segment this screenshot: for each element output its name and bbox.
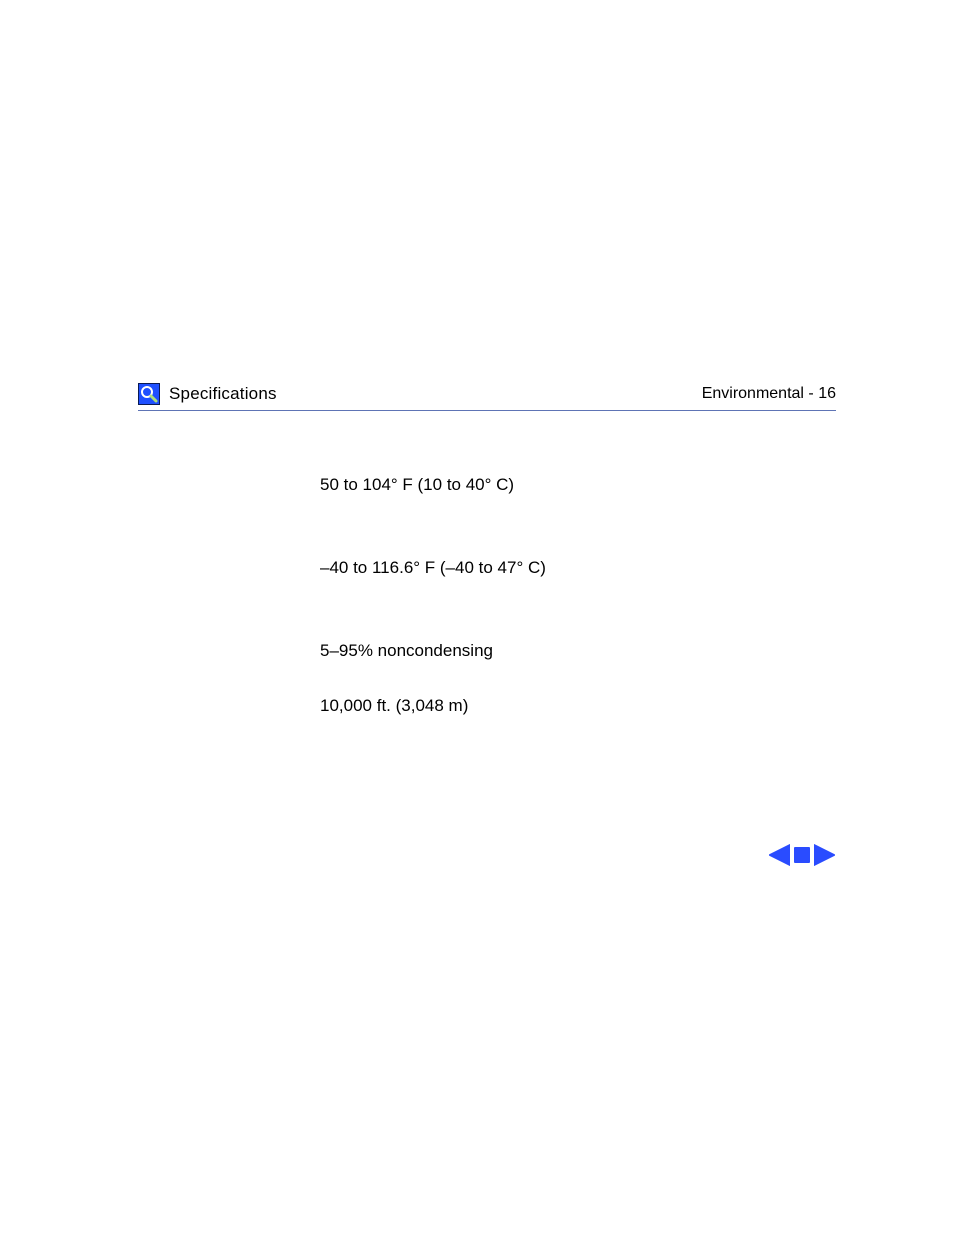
nav-controls: [768, 843, 836, 867]
spec-item: 10,000 ft. (3,048 m): [320, 695, 836, 718]
spec-text: 5–95% noncondensing: [320, 641, 493, 660]
header-rule: [138, 410, 836, 411]
nav-stop-icon: [793, 846, 811, 864]
nav-next-button[interactable]: [814, 843, 836, 867]
spec-item: –40 to 116.6° F (–40 to 47° C): [320, 557, 836, 580]
spec-text: 50 to 104° F (10 to 40° C): [320, 475, 514, 494]
spec-body: 50 to 104° F (10 to 40° C) –40 to 116.6°…: [320, 474, 836, 778]
header-right: Environmental - 16: [702, 385, 836, 403]
nav-next-icon: [814, 843, 836, 867]
page-number: 16: [818, 385, 836, 402]
section-title: Environmental: [702, 385, 804, 402]
spec-item: 5–95% noncondensing: [320, 640, 836, 663]
page-header: Specifications Environmental - 16: [138, 382, 836, 406]
chapter-title: Specifications: [169, 384, 277, 404]
spec-text: 10,000 ft. (3,048 m): [320, 696, 468, 715]
tool-loupe-icon: [138, 383, 160, 405]
header-left: Specifications: [138, 383, 277, 405]
nav-prev-icon: [768, 843, 790, 867]
nav-prev-button[interactable]: [768, 843, 790, 867]
spec-text: –40 to 116.6° F (–40 to 47° C): [320, 558, 546, 577]
spec-item: 50 to 104° F (10 to 40° C): [320, 474, 836, 497]
page-sep: -: [808, 385, 818, 402]
nav-stop-button[interactable]: [793, 846, 811, 864]
